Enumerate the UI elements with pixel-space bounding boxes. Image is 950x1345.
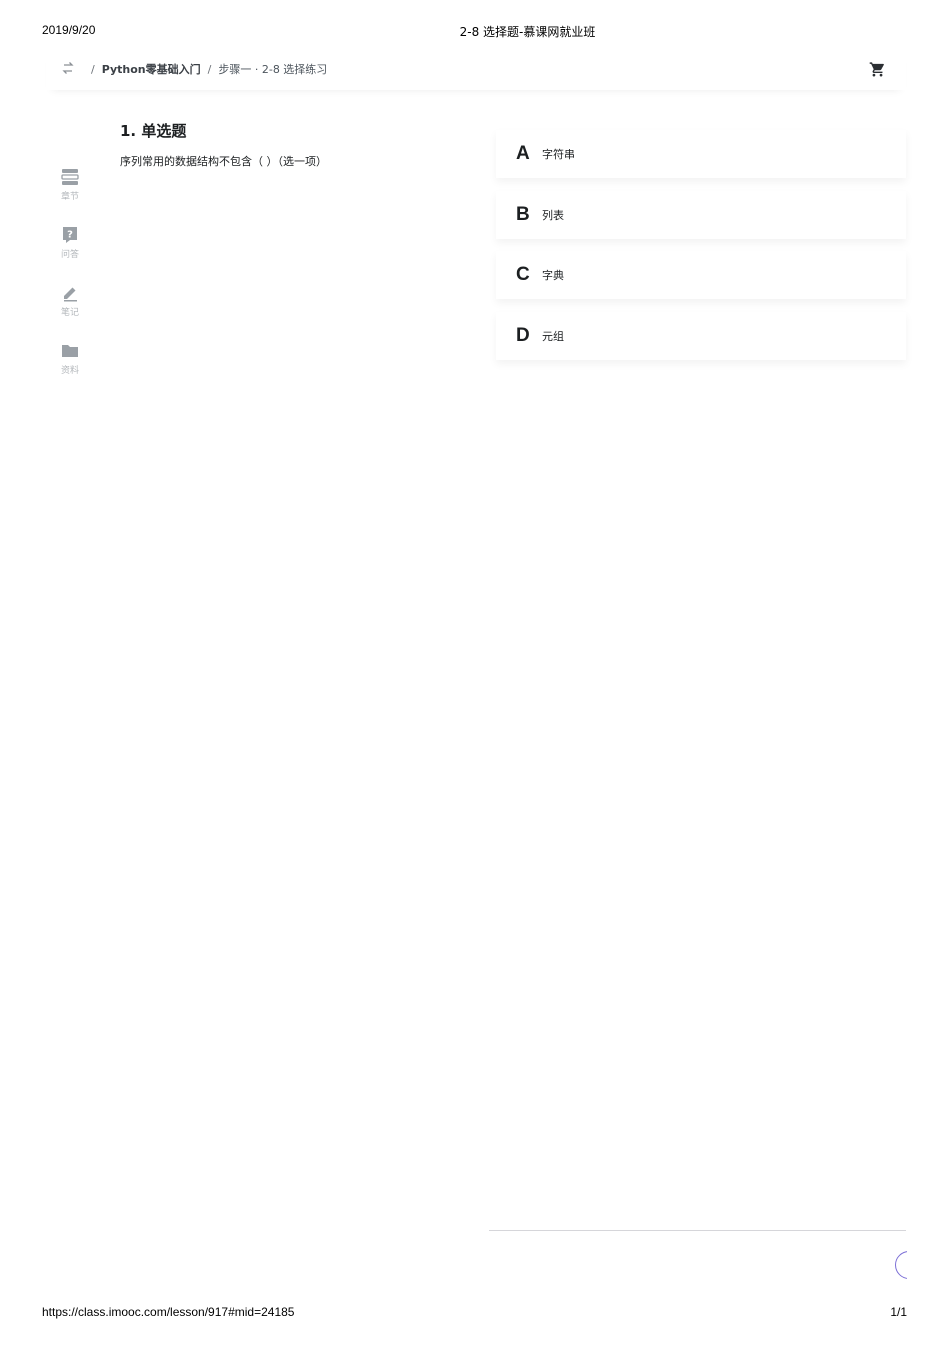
question-icon: ? bbox=[46, 226, 94, 244]
option-text: 列表 bbox=[542, 209, 564, 222]
print-title: 2-8 选择题-慕课网就业班 bbox=[459, 25, 596, 39]
breadcrumb-course-link[interactable]: Python零基础入门 bbox=[102, 61, 201, 77]
option-letter: B bbox=[516, 204, 530, 225]
chapter-list-icon bbox=[46, 168, 94, 186]
sidebar-item-label: 笔记 bbox=[60, 308, 79, 318]
bottom-divider bbox=[489, 1230, 906, 1231]
option-text: 字符串 bbox=[542, 148, 575, 161]
question-title: 1. 单选题 bbox=[120, 122, 187, 140]
print-url: https://class.imooc.com/lesson/917#mid=2… bbox=[42, 1305, 295, 1319]
option-d[interactable]: D 元组 bbox=[496, 312, 906, 360]
sidebar-item-chapters[interactable]: 章节 bbox=[46, 168, 94, 202]
top-bar: / Python零基础入门 / 步骤一 · 2-8 选择练习 bbox=[46, 48, 906, 90]
sidebar-item-label: 资料 bbox=[60, 366, 79, 376]
question-text: 序列常用的数据结构不包含（ ）（选一项） bbox=[120, 155, 327, 168]
sidebar-item-label: 问答 bbox=[60, 250, 79, 260]
folder-icon bbox=[46, 342, 94, 360]
option-letter: D bbox=[516, 325, 530, 346]
option-text: 元组 bbox=[542, 330, 564, 343]
print-page-number: 1/1 bbox=[890, 1305, 907, 1319]
switch-arrows-icon[interactable] bbox=[60, 60, 76, 76]
option-b[interactable]: B 列表 bbox=[496, 191, 906, 239]
breadcrumb-lesson: 步骤一 · 2-8 选择练习 bbox=[218, 63, 328, 76]
breadcrumb: / Python零基础入门 / 步骤一 · 2-8 选择练习 bbox=[84, 61, 327, 77]
option-text: 字典 bbox=[542, 269, 564, 282]
sidebar-item-qa[interactable]: ? 问答 bbox=[46, 226, 94, 260]
page-clip-mask bbox=[907, 1240, 950, 1290]
sidebar-item-materials[interactable]: 资料 bbox=[46, 342, 94, 376]
breadcrumb-separator: / bbox=[207, 62, 212, 76]
breadcrumb-separator: / bbox=[91, 62, 95, 76]
svg-text:?: ? bbox=[67, 230, 73, 241]
option-c[interactable]: C 字典 bbox=[496, 251, 906, 299]
shopping-cart-icon[interactable] bbox=[869, 61, 886, 78]
sidebar-item-notes[interactable]: 笔记 bbox=[46, 284, 94, 318]
sidebar-item-label: 章节 bbox=[60, 192, 79, 202]
option-letter: A bbox=[516, 143, 530, 164]
pencil-icon bbox=[46, 284, 94, 302]
option-a[interactable]: A 字符串 bbox=[496, 130, 906, 178]
option-letter: C bbox=[516, 264, 530, 285]
